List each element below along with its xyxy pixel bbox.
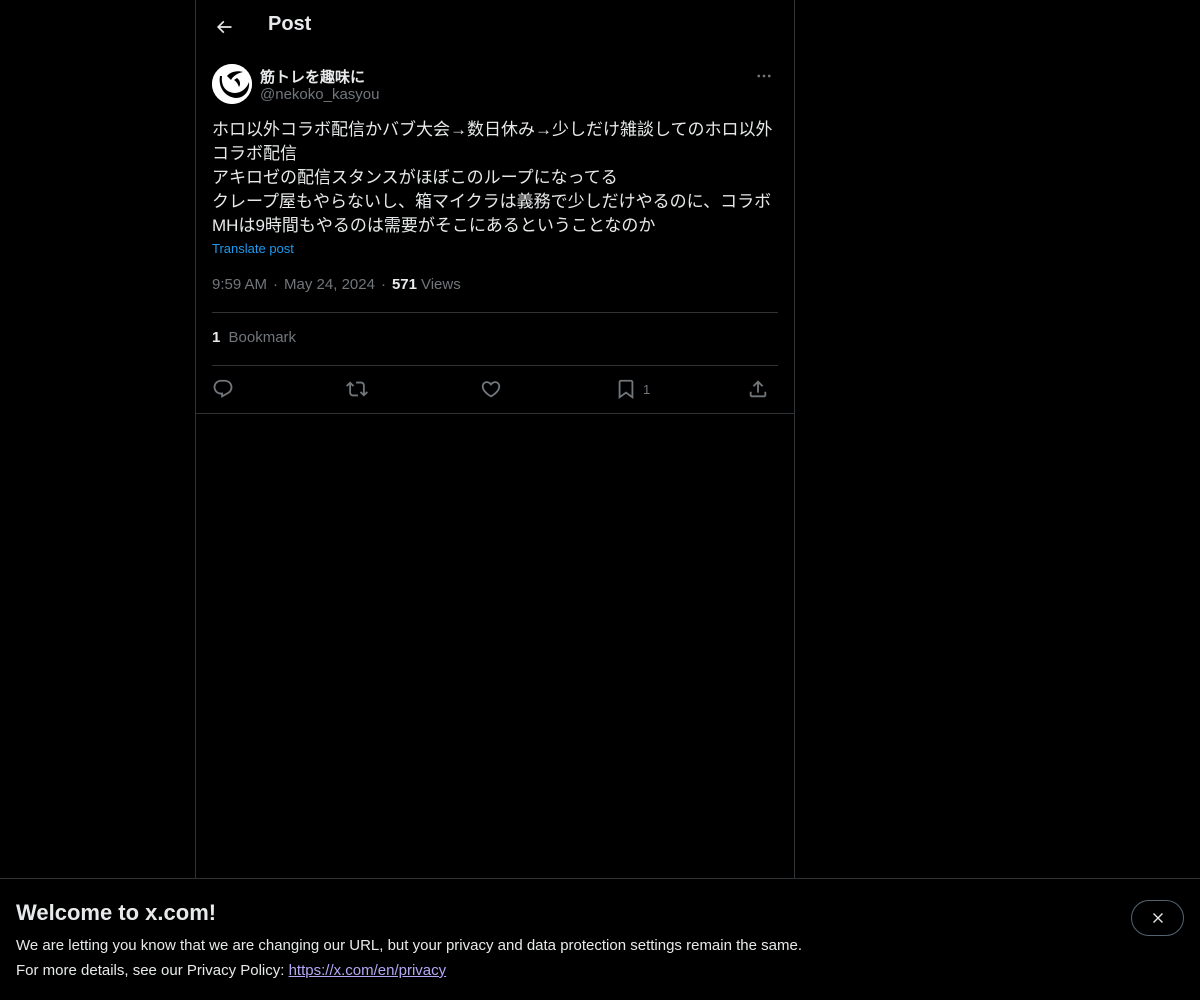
like-button[interactable] [480, 374, 502, 404]
reply-button[interactable] [212, 374, 234, 404]
avatar[interactable] [212, 64, 252, 104]
back-button[interactable] [208, 11, 240, 43]
divider [212, 312, 778, 313]
bookmark-button[interactable]: 1 [615, 374, 650, 404]
banner-message: We are letting you know that we are chan… [16, 937, 802, 954]
divider [212, 365, 778, 366]
bookmark-stats[interactable]: 1 Bookmark [212, 329, 296, 346]
post-meta: 9:59 AM · May 24, 2024 · 571 Views [212, 276, 461, 293]
post-text: ホロ以外コラボ配信かバブ大会→数日休み→少しだけ雑談してのホロ以外コラボ配信 ア… [212, 120, 773, 235]
banner-close-button[interactable] [1131, 900, 1184, 936]
page-title: Post [268, 13, 312, 35]
post-date[interactable]: May 24, 2024 [284, 276, 375, 293]
more-horizontal-icon [757, 74, 771, 78]
views-label: Views [420, 276, 461, 293]
repost-icon [346, 381, 368, 397]
reply-icon [213, 379, 233, 398]
banner-title: Welcome to x.com! [16, 900, 217, 925]
repost-button[interactable] [346, 374, 368, 404]
post-actions: 1 [212, 374, 778, 404]
author-display-name[interactable]: 筋トレを趣味に [260, 66, 365, 87]
post-column: Post 筋トレを趣味に @nekoko_kasyou ホロ以外コラボ配信かバブ… [195, 0, 795, 1000]
more-button[interactable] [750, 64, 778, 88]
like-icon [481, 381, 501, 398]
meta-separator: · [380, 276, 386, 293]
post-header: Post [196, 0, 794, 54]
views-count: 571 [391, 276, 417, 293]
privacy-policy-link[interactable]: https://x.com/en/privacy [289, 962, 447, 979]
arrow-left-icon [216, 20, 232, 34]
post-author: 筋トレを趣味に @nekoko_kasyou [212, 64, 778, 108]
meta-separator: · [273, 276, 279, 293]
banner-privacy-prefix: For more details, see our Privacy Policy… [16, 962, 289, 979]
bookmark-icon [618, 379, 634, 400]
divider [196, 413, 794, 414]
bookmark-count: 1 [643, 381, 651, 397]
author-handle[interactable]: @nekoko_kasyou [260, 86, 379, 103]
bookmark-stat-label: Bookmark [228, 329, 297, 346]
welcome-banner: Welcome to x.com! We are letting you kno… [0, 878, 1200, 1000]
avatar-image [212, 64, 252, 104]
banner-privacy-line: For more details, see our Privacy Policy… [16, 962, 446, 979]
share-icon [749, 380, 767, 398]
close-icon [1152, 913, 1163, 923]
post-time[interactable]: 9:59 AM [212, 276, 267, 293]
translate-post-link[interactable]: Translate post [212, 241, 294, 256]
bookmark-stat-count: 1 [212, 329, 221, 346]
share-button[interactable] [747, 374, 769, 404]
